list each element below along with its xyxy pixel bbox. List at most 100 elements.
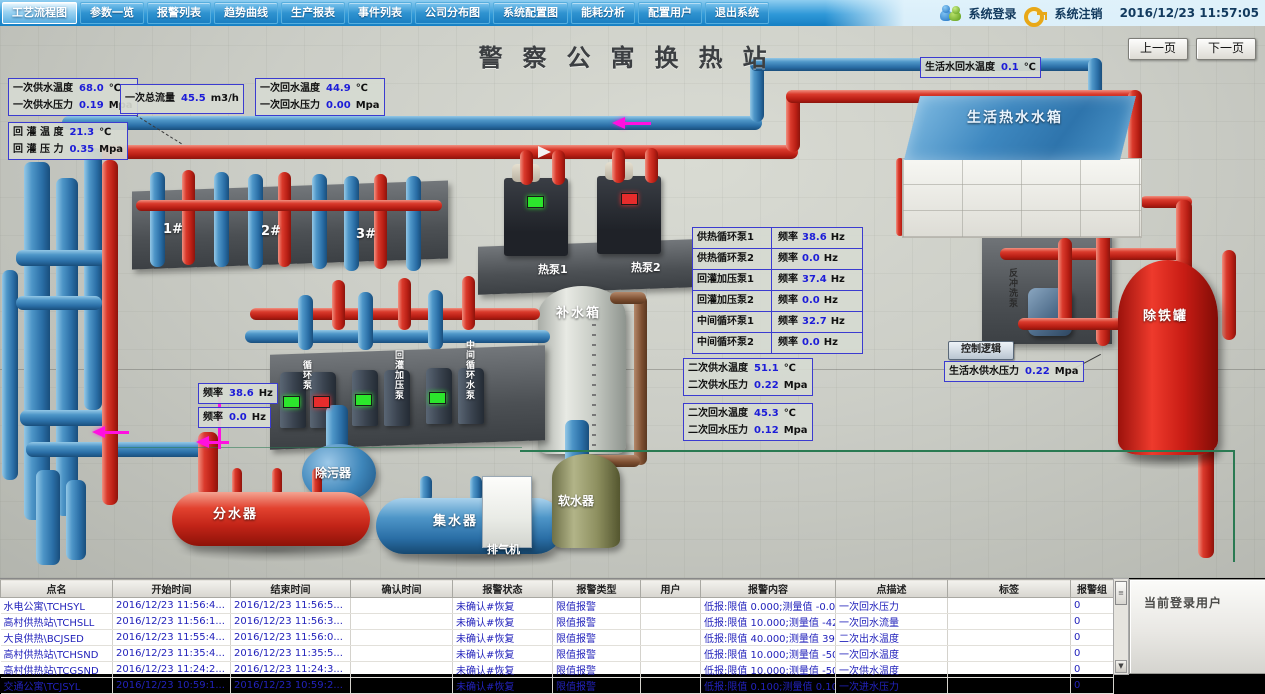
pump-freq-row: 供热循环泵1频率38.6Hz — [692, 227, 863, 249]
tab-公司分布图[interactable]: 公司分布图 — [415, 2, 490, 24]
pipe — [136, 200, 442, 211]
alarm-cell: 0 — [1071, 646, 1114, 662]
water-collector-label: 集水器 — [433, 510, 478, 529]
pipe — [398, 278, 411, 330]
pipe — [1222, 250, 1236, 340]
column-header[interactable]: 标签 — [948, 580, 1071, 598]
signal-line — [1233, 450, 1235, 562]
gauge-life-supply-pressure: 生活水供水压力0.22Mpa — [944, 361, 1084, 382]
column-header[interactable]: 结束时间 — [231, 580, 351, 598]
gauge-row: 二次回水温度45.3℃ — [688, 405, 808, 422]
gauge-unit: ℃ — [99, 127, 111, 138]
current-user-panel: 当前登录用户 — [1129, 579, 1265, 674]
next-page-button[interactable]: 下一页 — [1196, 38, 1256, 60]
alarm-row[interactable]: 高村供热站\TCHSLL2016/12/23 11:56:1...2016/12… — [1, 614, 1114, 630]
column-header[interactable]: 点名 — [1, 580, 113, 598]
gauge-unit: Mpa — [99, 144, 123, 155]
control-logic-button[interactable]: 控制逻辑 — [948, 341, 1014, 360]
alarm-cell: 未确认#恢复 — [453, 630, 553, 646]
water-divider — [172, 492, 370, 546]
gauge-value: 0.00 — [326, 100, 351, 111]
pipe — [634, 295, 647, 465]
column-header[interactable]: 报警内容 — [701, 580, 836, 598]
tab-趋势曲线[interactable]: 趋势曲线 — [214, 2, 278, 24]
table-scrollbar[interactable]: ≡ ▼ — [1113, 578, 1129, 675]
pipe — [552, 150, 565, 185]
key-icon — [1024, 5, 1048, 22]
system-logout[interactable]: 系统注销 — [1055, 5, 1103, 22]
alarm-cell: 低报:限值 10.000;测量值 -425... — [701, 614, 836, 630]
alarm-cell — [948, 614, 1071, 630]
pump-freq-table: 供热循环泵1频率38.6Hz供热循环泵2频率0.0Hz回灌加压泵1频率37.4H… — [692, 228, 863, 354]
alarm-cell — [351, 662, 453, 678]
gauge-value: 0.12 — [754, 425, 779, 436]
gauge-label: 一次回水压力 — [260, 100, 320, 111]
alarm-cell: 一次进水压力 — [836, 678, 948, 694]
tab-参数一览[interactable]: 参数一览 — [80, 2, 144, 24]
system-login[interactable]: 系统登录 — [969, 5, 1017, 22]
alarm-cell: 2016/12/23 11:56:3... — [231, 614, 351, 630]
alarm-row[interactable]: 水电公寓\TCHSYL2016/12/23 11:56:4...2016/12/… — [1, 598, 1114, 614]
alarm-cell: 限值报警 — [553, 646, 641, 662]
alarm-cell: 2016/12/23 11:56:0... — [231, 630, 351, 646]
alarm-cell — [351, 678, 453, 694]
gauge-row: 生活水供水压力0.22Mpa — [949, 363, 1079, 380]
tab-退出系统[interactable]: 退出系统 — [705, 2, 769, 24]
alarm-table-body: 水电公寓\TCHSYL2016/12/23 11:56:4...2016/12/… — [1, 598, 1114, 694]
tab-报警列表[interactable]: 报警列表 — [147, 2, 211, 24]
tab-能耗分析[interactable]: 能耗分析 — [571, 2, 635, 24]
scrollbar-down-arrow[interactable]: ▼ — [1115, 660, 1127, 673]
gauge-unit: Mpa — [784, 425, 808, 436]
alarm-cell: 二次出水温度 — [836, 630, 948, 646]
unit1-label: 1# — [163, 222, 183, 237]
alarm-row[interactable]: 交通公寓\TCJSYL2016/12/23 10:59:1...2016/12/… — [1, 678, 1114, 694]
pipe — [406, 176, 421, 271]
scrollbar-thumb[interactable]: ≡ — [1115, 581, 1127, 605]
gauge-value: 51.1 — [754, 363, 779, 374]
column-header[interactable]: 开始时间 — [113, 580, 231, 598]
tab-系统配置图[interactable]: 系统配置图 — [493, 2, 568, 24]
makeup-tank-label: 补水箱 — [556, 302, 601, 321]
tab-配置用户[interactable]: 配置用户 — [638, 2, 702, 24]
column-header[interactable]: 报警类型 — [553, 580, 641, 598]
alarm-cell: 交通公寓\TCJSYL — [1, 678, 113, 694]
pipe — [278, 172, 291, 267]
column-header[interactable]: 报警状态 — [453, 580, 553, 598]
alarm-row[interactable]: 高村供热站\TCGSND2016/12/23 11:24:2...2016/12… — [1, 662, 1114, 678]
hot-water-tank-top — [904, 96, 1136, 160]
column-header[interactable]: 用户 — [641, 580, 701, 598]
menu-bar: 工艺流程图参数一览报警列表趋势曲线生产报表事件列表公司分布图系统配置图能耗分析配… — [0, 0, 1265, 26]
flow-arrow-left — [92, 426, 105, 438]
alarm-cell: 一次回水压力 — [836, 598, 948, 614]
alarm-cell: 低报:限值 40.000;测量值 39.520 — [701, 630, 836, 646]
datetime: 2016/12/23 11:57:05 — [1120, 6, 1259, 20]
alarm-cell: 2016/12/23 11:35:5... — [231, 646, 351, 662]
gauge-row: 频率0.0Hz — [203, 409, 266, 426]
alarm-cell: 未确认#恢复 — [453, 646, 553, 662]
column-header[interactable]: 点描述 — [836, 580, 948, 598]
iron-tank-label: 除铁罐 — [1143, 305, 1188, 324]
pipe — [16, 250, 112, 266]
water-divider-label: 分水器 — [213, 503, 258, 522]
backwash-pump-label: 反冲洗泵 — [1006, 268, 1019, 308]
signal-line — [118, 447, 522, 448]
gauge-life-return-temp: 生活水回水温度0.1℃ — [920, 57, 1041, 78]
status-led-red — [313, 396, 330, 408]
alarm-cell: 限值报警 — [553, 614, 641, 630]
alarm-row[interactable]: 大良供热\BCJSED2016/12/23 11:55:4...2016/12/… — [1, 630, 1114, 646]
prev-page-button[interactable]: 上一页 — [1128, 38, 1188, 60]
tab-生产报表[interactable]: 生产报表 — [281, 2, 345, 24]
pipe — [62, 116, 762, 130]
column-header[interactable]: 确认时间 — [351, 580, 453, 598]
alarm-cell: 2016/12/23 10:59:2... — [231, 678, 351, 694]
alarm-row[interactable]: 高村供热站\TCHSND2016/12/23 11:35:4...2016/12… — [1, 646, 1114, 662]
gauge-row: 一次回水温度44.9℃ — [260, 80, 380, 97]
column-header[interactable]: 报警组 — [1071, 580, 1114, 598]
gauge-unit: ℃ — [784, 363, 796, 374]
alarm-cell: 2016/12/23 11:24:2... — [113, 662, 231, 678]
pump-frequency: 频率0.0Hz — [771, 332, 863, 354]
gauge-unit: ℃ — [109, 83, 121, 94]
tab-工艺流程图[interactable]: 工艺流程图 — [2, 2, 77, 24]
tab-事件列表[interactable]: 事件列表 — [348, 2, 412, 24]
alarm-cell — [351, 646, 453, 662]
